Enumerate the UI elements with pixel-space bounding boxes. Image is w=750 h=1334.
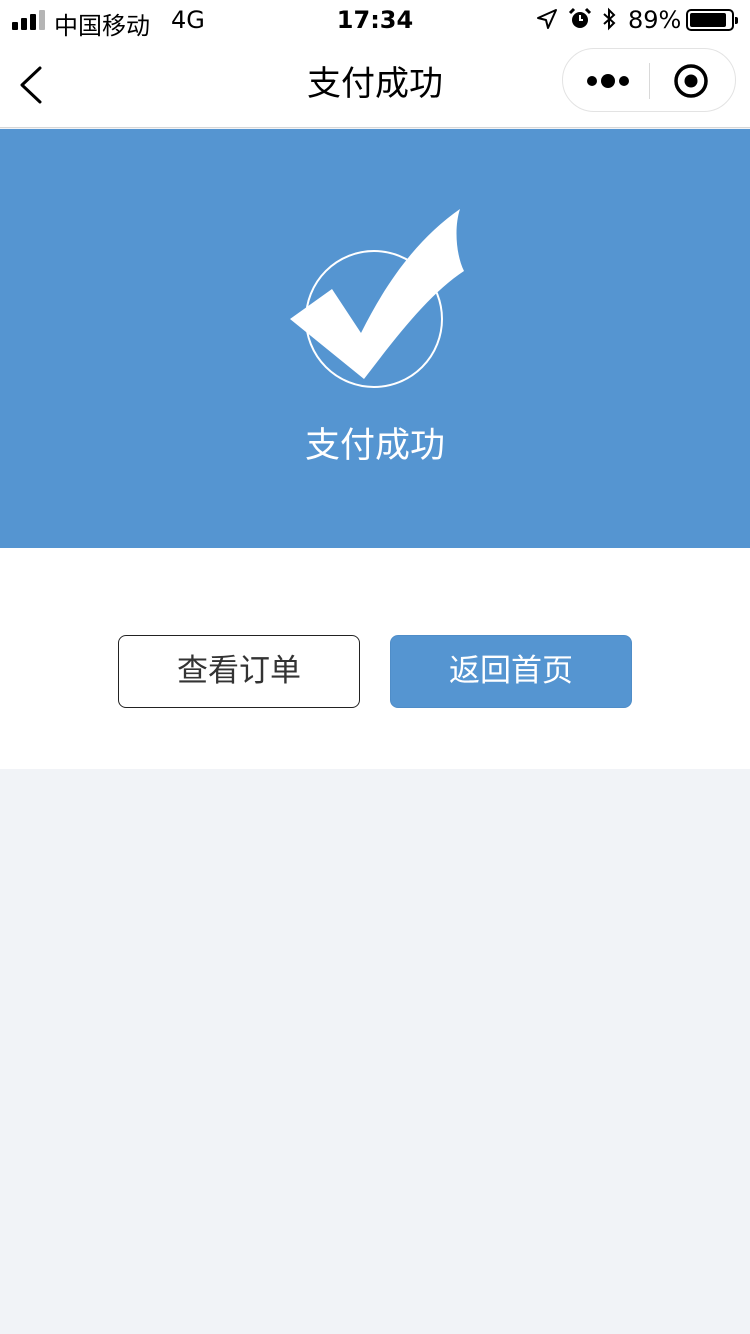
- capsule-divider: [649, 63, 650, 99]
- battery-icon: [686, 9, 738, 31]
- location-icon: [537, 9, 557, 29]
- navigation-bar: 支付成功: [0, 40, 750, 128]
- view-orders-button[interactable]: 查看订单: [118, 635, 360, 708]
- alarm-icon: [568, 7, 592, 28]
- battery-percent: 89%: [628, 6, 682, 34]
- mini-program-capsule: [562, 48, 736, 112]
- return-home-button[interactable]: 返回首页: [390, 635, 632, 708]
- target-close-icon[interactable]: [673, 63, 709, 99]
- success-message: 支付成功: [304, 426, 445, 466]
- more-dots-icon[interactable]: [583, 67, 633, 95]
- bluetooth-icon: [603, 7, 616, 31]
- action-area: 查看订单 返回首页: [0, 548, 750, 769]
- status-bar: 中国移动 4G 17:34 89%: [0, 0, 750, 40]
- checkmark-circle-icon: [290, 209, 464, 388]
- payment-success-banner: 支付成功: [0, 129, 750, 548]
